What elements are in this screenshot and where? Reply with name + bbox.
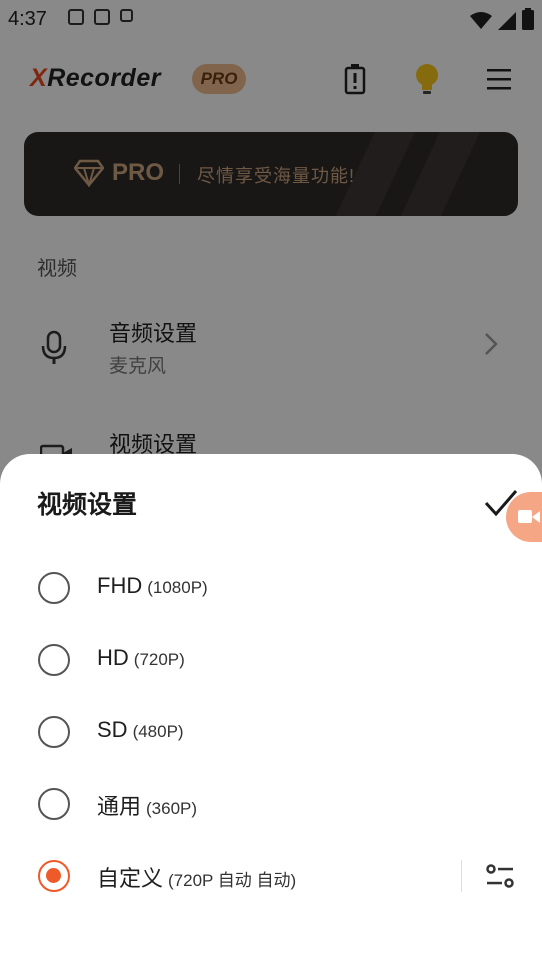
radio-custom[interactable] (38, 860, 70, 892)
option-fhd[interactable]: FHD (1080P) (0, 558, 542, 618)
radio-fhd[interactable] (38, 572, 70, 604)
option-label: FHD (1080P) (97, 573, 208, 598)
floating-camera-icon (518, 510, 532, 523)
radio-hd[interactable] (38, 644, 70, 676)
option-label: HD (720P) (97, 645, 185, 670)
option-general[interactable]: 通用 (360P) (0, 774, 542, 834)
tune-settings-icon[interactable] (485, 861, 515, 891)
video-settings-sheet: 视频设置 FHD (1080P) HD (720P) SD (480P) 通用 (360… (0, 454, 542, 963)
option-divider (461, 860, 462, 892)
sheet-title: 视频设置 (37, 491, 138, 519)
option-label: 自定义 (720P 自动 自动) (97, 866, 297, 891)
radio-general[interactable] (38, 788, 70, 820)
floating-record-button[interactable] (506, 492, 542, 542)
radio-sd[interactable] (38, 716, 70, 748)
option-custom[interactable]: 自定义 (720P 自动 自动) (0, 846, 542, 906)
floating-camera-lens-icon (532, 511, 540, 523)
option-label: SD (480P) (97, 717, 184, 742)
option-label: 通用 (360P) (97, 794, 198, 819)
option-sd[interactable]: SD (480P) (0, 702, 542, 762)
option-hd[interactable]: HD (720P) (0, 630, 542, 690)
